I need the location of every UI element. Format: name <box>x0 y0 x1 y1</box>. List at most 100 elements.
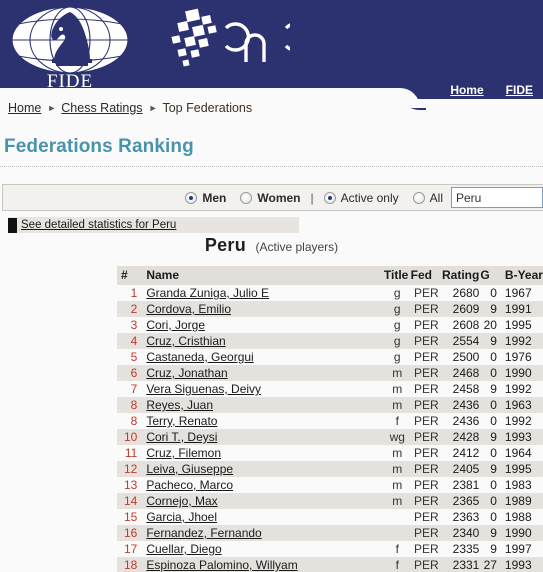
player-name-link[interactable]: Cori, Jorge <box>142 318 205 332</box>
cell-name[interactable]: Cruz, Filemon <box>142 445 384 461</box>
player-name-link[interactable]: Cordova, Emilio <box>142 302 231 316</box>
top-nav-link-home[interactable]: Home <box>450 83 483 97</box>
column-header-name[interactable]: Name <box>142 266 384 285</box>
cell-games: 27 <box>479 557 501 572</box>
cell-fed: PER <box>410 557 442 572</box>
player-name-link[interactable]: Pacheco, Marco <box>142 478 233 492</box>
cell-name[interactable]: Fernandez, Fernando <box>142 525 384 541</box>
detailed-statistics-link[interactable]: See detailed statistics for Peru <box>21 219 176 231</box>
cell-name[interactable]: Cruz, Cristhian <box>142 333 384 349</box>
cell-name[interactable]: Leiva, Giuseppe <box>142 461 384 477</box>
cell-title: g <box>383 285 411 301</box>
cell-title: m <box>383 493 411 509</box>
table-header-row: # Name Title Fed Rating G B-Year <box>117 266 543 285</box>
column-header-title[interactable]: Title <box>383 266 411 285</box>
top-nav-link-fide[interactable]: FIDE <box>506 83 533 97</box>
cell-byear: 1964 <box>500 445 543 461</box>
federation-search-input[interactable] <box>451 187 543 208</box>
table-row[interactable]: 18 Espinoza Palomino, Willyam f PER 2331 27 19… <box>117 557 543 572</box>
player-name-link[interactable]: Leiva, Giuseppe <box>142 462 233 476</box>
radio-option-active-only[interactable]: Active only <box>323 191 399 205</box>
table-row[interactable]: 7 Vera Siguenas, Deivy m PER 2458 9 1992 <box>117 381 543 397</box>
cell-games: 9 <box>479 429 501 445</box>
column-header-rating[interactable]: Rating <box>442 266 480 285</box>
radio-option-all[interactable]: All <box>412 191 443 205</box>
cell-fed: PER <box>410 509 442 525</box>
cell-name[interactable]: Castaneda, Georgui <box>142 349 384 365</box>
radio-women-icon[interactable] <box>240 191 253 204</box>
player-name-link[interactable]: Garcia, Jhoel <box>142 510 217 524</box>
cell-rank: 4 <box>117 333 143 349</box>
table-row[interactable]: 8 Reyes, Juan m PER 2436 0 1963 <box>117 397 543 413</box>
table-row[interactable]: 4 Cruz, Cristhian g PER 2554 9 1992 <box>117 333 543 349</box>
player-name-link[interactable]: Cori T., Deysi <box>142 430 217 444</box>
table-row[interactable]: 17 Cuellar, Diego f PER 2335 9 1997 <box>117 541 543 557</box>
cell-rank: 1 <box>117 285 143 301</box>
radio-men-icon[interactable] <box>185 191 198 204</box>
cell-name[interactable]: Cuellar, Diego <box>142 541 384 557</box>
column-header-rank[interactable]: # <box>117 266 143 285</box>
player-name-link[interactable]: Terry, Renato <box>142 414 217 428</box>
breadcrumb-item-chess-ratings[interactable]: Chess Ratings <box>61 101 142 115</box>
cell-byear: 1991 <box>500 301 543 317</box>
column-header-fed[interactable]: Fed <box>410 266 442 285</box>
player-name-link[interactable]: Reyes, Juan <box>142 398 213 412</box>
cell-name[interactable]: Pacheco, Marco <box>142 477 384 493</box>
radio-all-icon[interactable] <box>412 191 425 204</box>
cell-fed: PER <box>410 317 442 333</box>
cell-name[interactable]: Espinoza Palomino, Willyam <box>142 557 384 572</box>
breadcrumb-arrow-icon-2: ► <box>148 103 158 113</box>
cell-name[interactable]: Garcia, Jhoel <box>142 509 384 525</box>
radio-option-men[interactable]: Men <box>185 191 226 205</box>
federation-subtitle: (Active players) <box>255 240 339 254</box>
table-row[interactable]: 13 Pacheco, Marco m PER 2381 0 1983 <box>117 477 543 493</box>
player-name-link[interactable]: Cruz, Filemon <box>142 446 221 460</box>
cell-games: 9 <box>479 461 501 477</box>
table-row[interactable]: 2 Cordova, Emilio g PER 2609 9 1991 <box>117 301 543 317</box>
radio-active-only-icon[interactable] <box>323 191 336 204</box>
player-name-link[interactable]: Castaneda, Georgui <box>142 350 253 364</box>
table-row[interactable]: 1 Granda Zuniga, Julio E g PER 2680 0 1967 <box>117 285 543 301</box>
cell-name[interactable]: Cruz, Jonathan <box>142 365 384 381</box>
table-row[interactable]: 6 Cruz, Jonathan m PER 2468 0 1990 <box>117 365 543 381</box>
cell-name[interactable]: Cordova, Emilio <box>142 301 384 317</box>
table-row[interactable]: 5 Castaneda, Georgui g PER 2500 0 1976 <box>117 349 543 365</box>
table-row[interactable]: 8 Terry, Renato f PER 2436 0 1992 <box>117 413 543 429</box>
player-name-link[interactable]: Fernandez, Fernando <box>142 526 261 540</box>
cell-games: 0 <box>479 493 501 509</box>
cell-rank: 6 <box>117 365 143 381</box>
cell-rank: 7 <box>117 381 143 397</box>
table-row[interactable]: 3 Cori, Jorge g PER 2608 20 1995 <box>117 317 543 333</box>
cell-name[interactable]: Cori T., Deysi <box>142 429 384 445</box>
cell-name[interactable]: Terry, Renato <box>142 413 384 429</box>
table-row[interactable]: 10 Cori T., Deysi wg PER 2428 9 1993 <box>117 429 543 445</box>
cell-name[interactable]: Cori, Jorge <box>142 317 384 333</box>
cell-name[interactable]: Vera Siguenas, Deivy <box>142 381 384 397</box>
cell-games: 9 <box>479 301 501 317</box>
player-name-link[interactable]: Cuellar, Diego <box>142 542 221 556</box>
player-name-link[interactable]: Cruz, Jonathan <box>142 366 227 380</box>
cell-byear: 1993 <box>500 557 543 572</box>
column-header-byear[interactable]: B-Year <box>500 266 543 285</box>
cell-title: m <box>383 397 411 413</box>
table-row[interactable]: 11 Cruz, Filemon m PER 2412 0 1964 <box>117 445 543 461</box>
breadcrumb-item-home[interactable]: Home <box>8 101 41 115</box>
table-row[interactable]: 12 Leiva, Giuseppe m PER 2405 9 1995 <box>117 461 543 477</box>
player-name-link[interactable]: Granda Zuniga, Julio E <box>142 286 269 300</box>
cell-title: f <box>383 413 411 429</box>
cell-title: g <box>383 349 411 365</box>
cell-rating: 2680 <box>442 285 480 301</box>
player-name-link[interactable]: Cornejo, Max <box>142 494 217 508</box>
column-header-games[interactable]: G <box>479 266 501 285</box>
player-name-link[interactable]: Espinoza Palomino, Willyam <box>142 558 297 572</box>
cell-rating: 2335 <box>442 541 480 557</box>
player-name-link[interactable]: Vera Siguenas, Deivy <box>142 382 261 396</box>
table-row[interactable]: 14 Cornejo, Max m PER 2365 0 1989 <box>117 493 543 509</box>
cell-name[interactable]: Reyes, Juan <box>142 397 384 413</box>
player-name-link[interactable]: Cruz, Cristhian <box>142 334 225 348</box>
table-row[interactable]: 15 Garcia, Jhoel PER 2363 0 1988 <box>117 509 543 525</box>
cell-name[interactable]: Granda Zuniga, Julio E <box>142 285 384 301</box>
cell-name[interactable]: Cornejo, Max <box>142 493 384 509</box>
radio-option-women[interactable]: Women <box>240 191 301 205</box>
table-row[interactable]: 16 Fernandez, Fernando PER 2340 9 1990 <box>117 525 543 541</box>
